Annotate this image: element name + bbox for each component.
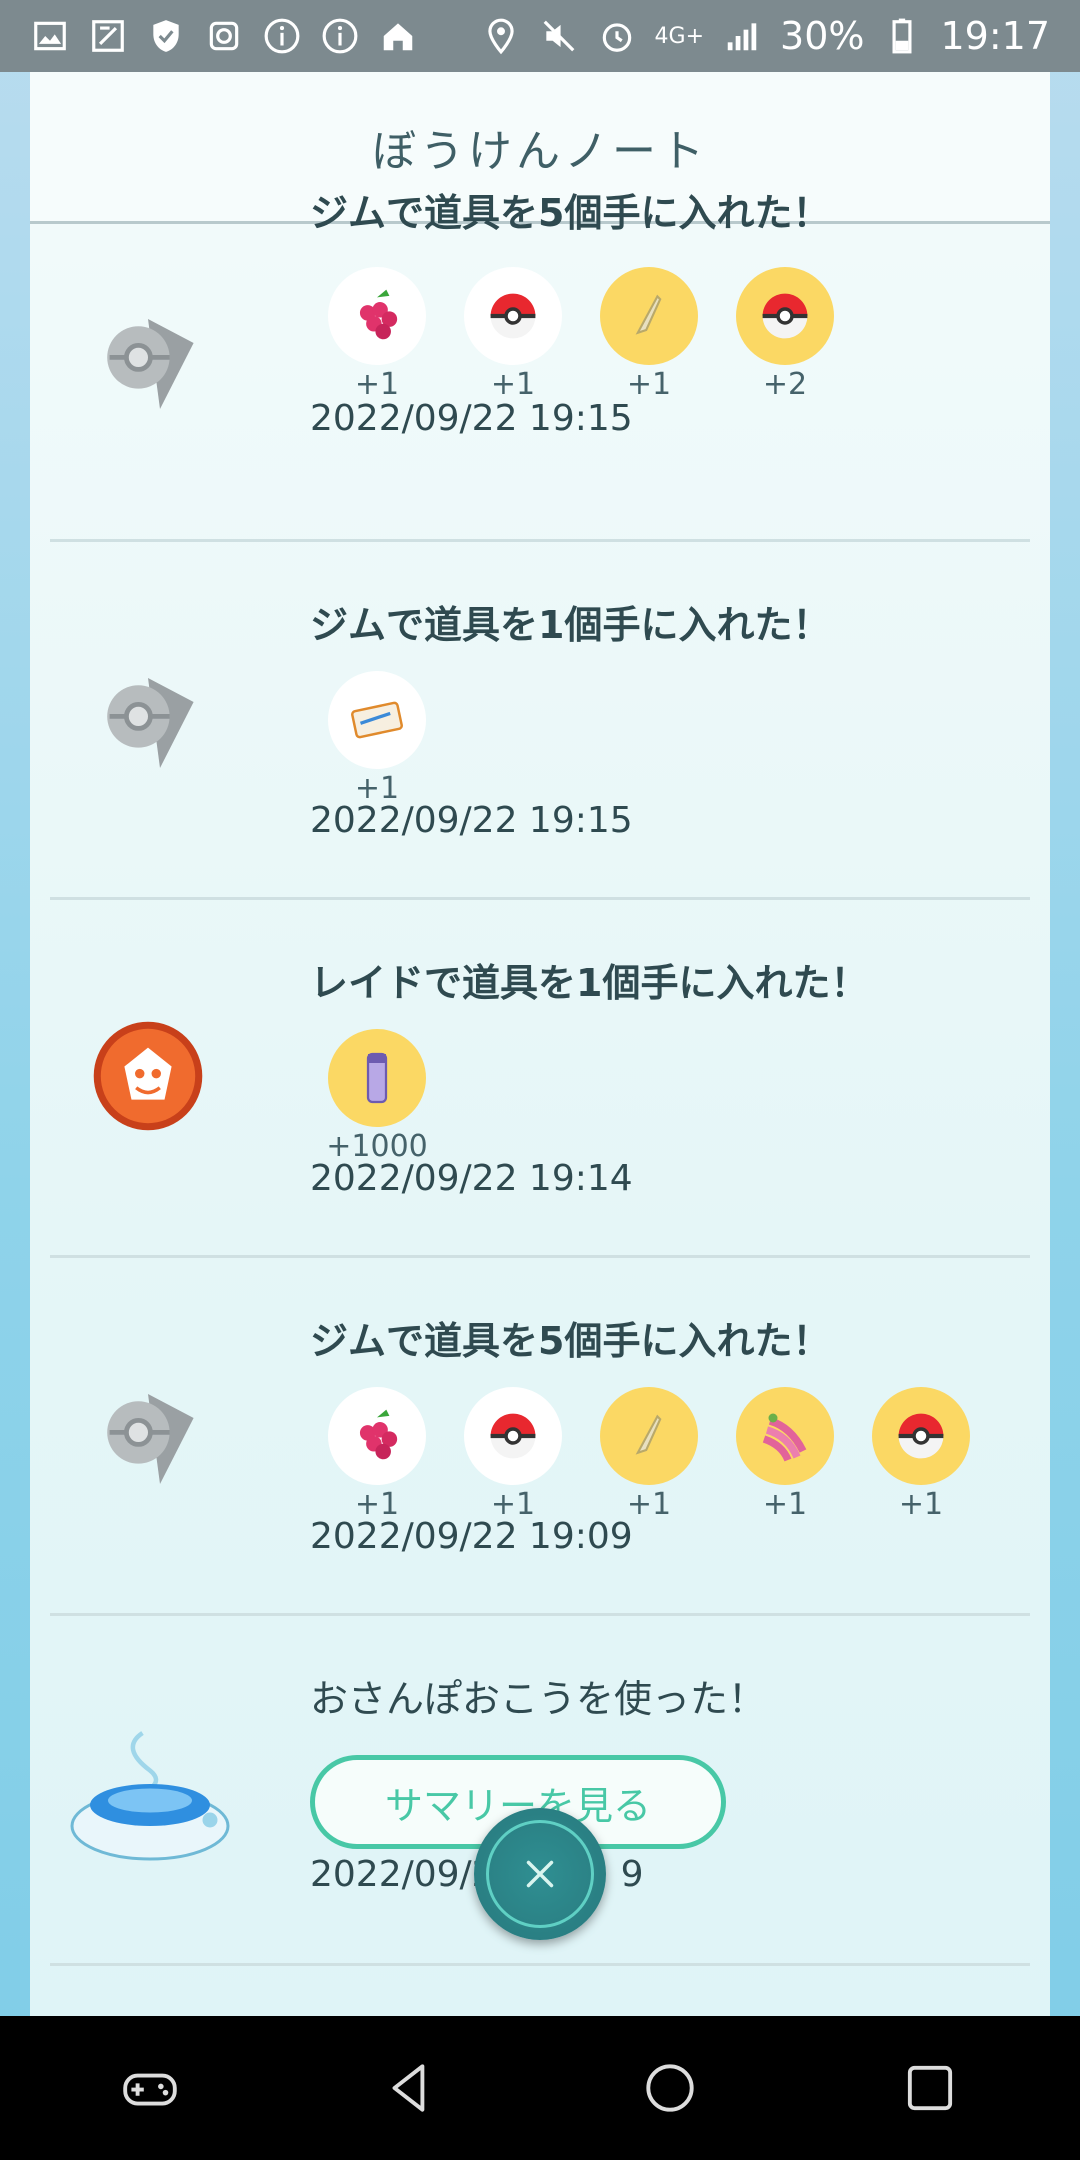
entry-title: レイドで道具を1個手に入れた！ bbox=[310, 961, 869, 1005]
shield-icon bbox=[146, 16, 186, 56]
tm-icon bbox=[600, 1387, 698, 1485]
item-count: +1 bbox=[626, 1487, 672, 1522]
journal-entry[interactable]: レイドで道具を1個手に入れた！ +1000 2022/09/22 19:14 bbox=[50, 900, 1030, 1258]
item-count: +1 bbox=[898, 1487, 944, 1522]
app-icon bbox=[88, 16, 128, 56]
reward-item: +1 bbox=[464, 267, 562, 402]
reward-item: +1 bbox=[872, 1387, 970, 1522]
reward-item: +1 bbox=[736, 1387, 834, 1522]
journal-entry[interactable]: ジムで道具を5個手に入れた！ +1 +1 bbox=[50, 1258, 1030, 1616]
status-bar: 4G+ 30% 19:17 bbox=[0, 0, 1080, 72]
reward-item: +1 bbox=[328, 671, 426, 806]
close-button[interactable] bbox=[474, 1808, 606, 1940]
entry-title: ジムで道具を1個手に入れた！ bbox=[310, 603, 831, 647]
raspberry-icon bbox=[328, 1387, 426, 1485]
reward-item: +2 bbox=[736, 267, 834, 402]
item-list: +1000 bbox=[326, 1029, 1030, 1164]
pokeball-icon bbox=[464, 1387, 562, 1485]
reward-item: +1 bbox=[600, 267, 698, 402]
pokeball-icon bbox=[872, 1387, 970, 1485]
nanab-berry-icon bbox=[736, 1387, 834, 1485]
entry-timestamp: 2022/09/22 19:15 bbox=[310, 398, 633, 439]
mute-icon bbox=[539, 16, 579, 56]
navigation-bar bbox=[0, 2016, 1080, 2160]
entry-timestamp: 2022/09/22 19:09 bbox=[310, 1516, 633, 1557]
recent-apps-icon[interactable] bbox=[885, 2043, 975, 2133]
info-icon bbox=[262, 16, 302, 56]
alarm-icon bbox=[597, 16, 637, 56]
item-count: +2 bbox=[762, 367, 808, 402]
item-list: +1 +1 +1 bbox=[328, 267, 1030, 402]
item-list: +1 bbox=[328, 671, 1030, 806]
reward-item: +1 bbox=[464, 1387, 562, 1522]
stardust-candy-icon bbox=[328, 1029, 426, 1127]
item-count: +1 bbox=[626, 367, 672, 402]
pokeball-icon bbox=[464, 267, 562, 365]
network-type: 4G+ bbox=[654, 23, 705, 49]
battery-percent: 30% bbox=[780, 14, 865, 58]
entry-title: ジムで道具を5個手に入れた！ bbox=[310, 1319, 831, 1363]
reward-item: +1 bbox=[328, 1387, 426, 1522]
tm-icon bbox=[600, 267, 698, 365]
gym-icon bbox=[78, 656, 218, 796]
sync-icon bbox=[204, 16, 244, 56]
back-icon[interactable] bbox=[365, 2043, 455, 2133]
journal-entry[interactable]: ジムで道具を1個手に入れた！ +1 2022/09/22 19:15 bbox=[50, 542, 1030, 900]
item-count: +1 bbox=[762, 1487, 808, 1522]
item-count: +1 bbox=[490, 367, 536, 402]
raid-pass-icon bbox=[328, 671, 426, 769]
signal-icon bbox=[722, 16, 762, 56]
gallery-icon bbox=[30, 16, 70, 56]
raspberry-icon bbox=[328, 267, 426, 365]
pokeball-icon bbox=[736, 267, 834, 365]
clock: 19:17 bbox=[940, 14, 1050, 58]
home-button-icon[interactable] bbox=[625, 2043, 715, 2133]
close-icon bbox=[486, 1820, 594, 1928]
location-icon bbox=[481, 16, 521, 56]
raid-icon bbox=[78, 1006, 218, 1146]
home-icon bbox=[378, 16, 418, 56]
game-controller-icon[interactable] bbox=[105, 2043, 195, 2133]
entry-timestamp: 2022/09/22 19:14 bbox=[310, 1158, 633, 1199]
reward-item: +1 bbox=[328, 267, 426, 402]
gym-icon bbox=[78, 297, 218, 437]
page-title: ぼうけんノート bbox=[372, 125, 708, 177]
item-count: +1 bbox=[354, 367, 400, 402]
info-icon bbox=[320, 16, 360, 56]
journal-entry[interactable]: ジムで道具を5個手に入れた！ +1 +1 bbox=[50, 182, 1030, 542]
entry-title: おさんぽおこうを使った！ bbox=[310, 1677, 767, 1721]
journal-list[interactable]: ジムで道具を5個手に入れた！ +1 +1 +1 +2 2022/09/22 19… bbox=[30, 191, 1050, 1966]
reward-item: +1 bbox=[600, 1387, 698, 1522]
incense-icon bbox=[50, 1708, 250, 1878]
journal-panel: ぼうけんノート ジムで道具を5個手に入れた！ +1 +1 +1 +2 2022/… bbox=[30, 72, 1050, 2016]
reward-item: +1000 bbox=[326, 1029, 428, 1164]
entry-timestamp: 2022/09/22 19:15 bbox=[310, 800, 633, 841]
entry-title: ジムで道具を5個手に入れた！ bbox=[310, 191, 831, 235]
battery-icon bbox=[882, 16, 922, 56]
item-list: +1 +1 +1 bbox=[328, 1387, 1030, 1522]
gym-icon bbox=[78, 1372, 218, 1512]
